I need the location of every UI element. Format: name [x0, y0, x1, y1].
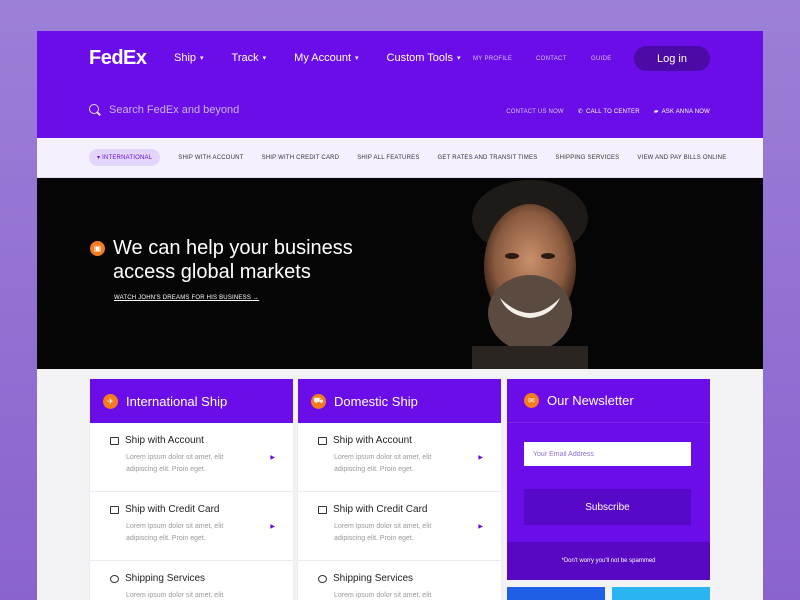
call-center-label: CALL TO CENTER	[586, 108, 640, 115]
item-title: Ship with Account	[125, 435, 204, 446]
call-center-link[interactable]: ✆ CALL TO CENTER	[577, 108, 640, 116]
subnav-shipping-services[interactable]: SHIPPING SERVICES	[555, 155, 619, 161]
sub-nav: ▾ INTERNATIONAL SHIP WITH ACCOUNT SHIP W…	[37, 138, 763, 178]
list-item[interactable]: Ship with Account Lorem ipsum dolor sit …	[298, 423, 501, 492]
hero-watch-label: WATCH JOHN'S DREAMS FOR HIS BUSINESS	[114, 295, 252, 301]
subnav-ship-all-features[interactable]: SHIP ALL FEATURES	[357, 155, 419, 161]
item-description: Lorem ipsum dolor sit amet, elit adipisc…	[126, 523, 224, 542]
newsletter-card: ✉ Our Newsletter Subscribe *Don't worry …	[507, 379, 710, 580]
nav-custom-tools[interactable]: Custom Tools ▾	[387, 52, 461, 64]
contact-bar: CONTACT US NOW ✆ CALL TO CENTER ▰ ASK AN…	[506, 108, 710, 116]
subnav-international-label: INTERNATIONAL	[102, 155, 153, 161]
item-description: Lorem ipsum dolor sit amet, elit adipisc…	[334, 523, 432, 542]
fedex-page: FedEx Ship ▾ Track ▾ My Account ▾ Custom…	[37, 31, 763, 600]
account-icon	[318, 436, 327, 445]
email-field[interactable]	[524, 442, 691, 466]
subnav-ship-with-credit-card[interactable]: SHIP WITH CREDIT CARD	[262, 155, 340, 161]
fedex-logo[interactable]: FedEx	[89, 47, 147, 70]
cards-section: ✈ International Ship Ship with Account L…	[37, 369, 763, 600]
newsletter-title: Our Newsletter	[547, 393, 634, 408]
truck-icon: ⛟	[311, 393, 326, 409]
item-description: Lorem ipsum dolor sit amet, elit adipisc…	[334, 454, 432, 473]
card-title: Domestic Ship	[334, 393, 418, 409]
item-title: Ship with Account	[333, 435, 412, 446]
nav-track[interactable]: Track ▾	[232, 52, 267, 64]
arrow-right-icon: →	[252, 295, 260, 301]
international-ship-card: ✈ International Ship Ship with Account L…	[90, 379, 293, 600]
subnav-get-rates[interactable]: GET RATES AND TRANSIT TIMES	[438, 155, 538, 161]
briefcase-icon: ▣	[90, 241, 105, 256]
subnav-international[interactable]: ▾ INTERNATIONAL	[89, 149, 161, 166]
credit-card-icon	[318, 505, 327, 514]
globe-icon	[318, 574, 327, 583]
subnav-pay-bills[interactable]: VIEW AND PAY BILLS ONLINE	[637, 155, 726, 161]
spam-note: *Don't worry you'll not be spammed	[507, 542, 710, 580]
nav-custom-tools-label: Custom Tools	[386, 52, 453, 64]
chevron-down-icon: ▾	[456, 55, 461, 62]
arrow-right-icon: ▶	[478, 524, 483, 530]
login-button[interactable]: Log in	[634, 46, 710, 71]
social-button-1[interactable]	[507, 587, 605, 600]
nav-ship-label: Ship	[174, 52, 197, 64]
social-button-2[interactable]	[612, 587, 710, 600]
contact-link[interactable]: CONTACT	[536, 56, 567, 62]
hero-title: We can help your business access global …	[113, 237, 353, 283]
search-icon	[89, 104, 101, 116]
ask-anna-label: ASK ANNA NOW	[661, 108, 710, 115]
newsletter-header: ✉ Our Newsletter	[507, 379, 710, 423]
mail-icon: ✉	[524, 393, 539, 408]
nav-track-label: Track	[231, 52, 259, 64]
main-nav: Ship ▾ Track ▾ My Account ▾ Custom Tools…	[174, 52, 488, 64]
list-item[interactable]: Ship with Credit Card Lorem ipsum dolor …	[90, 492, 293, 561]
arrow-right-icon: ▶	[478, 455, 483, 461]
nav-ship[interactable]: Ship ▾	[174, 52, 204, 64]
list-item[interactable]: Ship with Credit Card Lorem ipsum dolor …	[298, 492, 501, 561]
nav-my-account[interactable]: My Account ▾	[294, 52, 358, 64]
item-title: Ship with Credit Card	[333, 504, 428, 515]
subscribe-button[interactable]: Subscribe	[524, 489, 691, 525]
domestic-ship-card: ⛟ Domestic Ship Ship with Account Lorem …	[298, 379, 501, 600]
hero-banner: ▣ We can help your business access globa…	[37, 178, 763, 369]
item-description: Lorem ipsum dolor sit amet, elit	[334, 592, 432, 599]
credit-card-icon	[110, 505, 119, 514]
list-item[interactable]: Shipping Services Lorem ipsum dolor sit …	[90, 561, 293, 600]
hero-watch-link[interactable]: WATCH JOHN'S DREAMS FOR HIS BUSINESS →	[114, 295, 259, 301]
card-header[interactable]: ⛟ Domestic Ship	[298, 379, 501, 423]
guide-link[interactable]: GUIDE	[591, 56, 612, 62]
arrow-right-icon: ▶	[270, 524, 275, 530]
search-bar	[89, 104, 329, 116]
globe-icon	[110, 574, 119, 583]
chevron-down-icon: ▾	[200, 55, 204, 62]
phone-icon: ✆	[577, 109, 584, 115]
chevron-down-icon: ▾	[355, 55, 359, 62]
item-description: Lorem ipsum dolor sit amet, elit	[126, 592, 224, 599]
item-description: Lorem ipsum dolor sit amet, elit adipisc…	[126, 454, 224, 473]
list-item[interactable]: Shipping Services Lorem ipsum dolor sit …	[298, 561, 501, 600]
account-icon	[110, 436, 119, 445]
item-title: Ship with Credit Card	[125, 504, 220, 515]
plane-icon: ✈	[103, 393, 118, 409]
subnav-ship-with-account[interactable]: SHIP WITH ACCOUNT	[178, 155, 243, 161]
contact-us-label: CONTACT US NOW	[506, 108, 564, 115]
item-title: Shipping Services	[125, 573, 206, 584]
search-input[interactable]	[109, 104, 329, 116]
chat-icon: ▰	[653, 109, 659, 115]
list-item[interactable]: Ship with Account Lorem ipsum dolor sit …	[90, 423, 293, 492]
header: FedEx Ship ▾ Track ▾ My Account ▾ Custom…	[37, 31, 763, 138]
card-title: International Ship	[126, 393, 228, 409]
nav-my-account-label: My Account	[294, 52, 352, 64]
arrow-right-icon: ▶	[270, 455, 275, 461]
card-header[interactable]: ✈ International Ship	[90, 379, 293, 423]
ask-anna-link[interactable]: ▰ ASK ANNA NOW	[653, 108, 710, 116]
chevron-down-icon: ▾	[262, 55, 267, 62]
hero-portrait-image	[472, 180, 588, 369]
my-profile-link[interactable]: MY PROFILE	[473, 56, 512, 62]
item-title: Shipping Services	[333, 573, 414, 584]
